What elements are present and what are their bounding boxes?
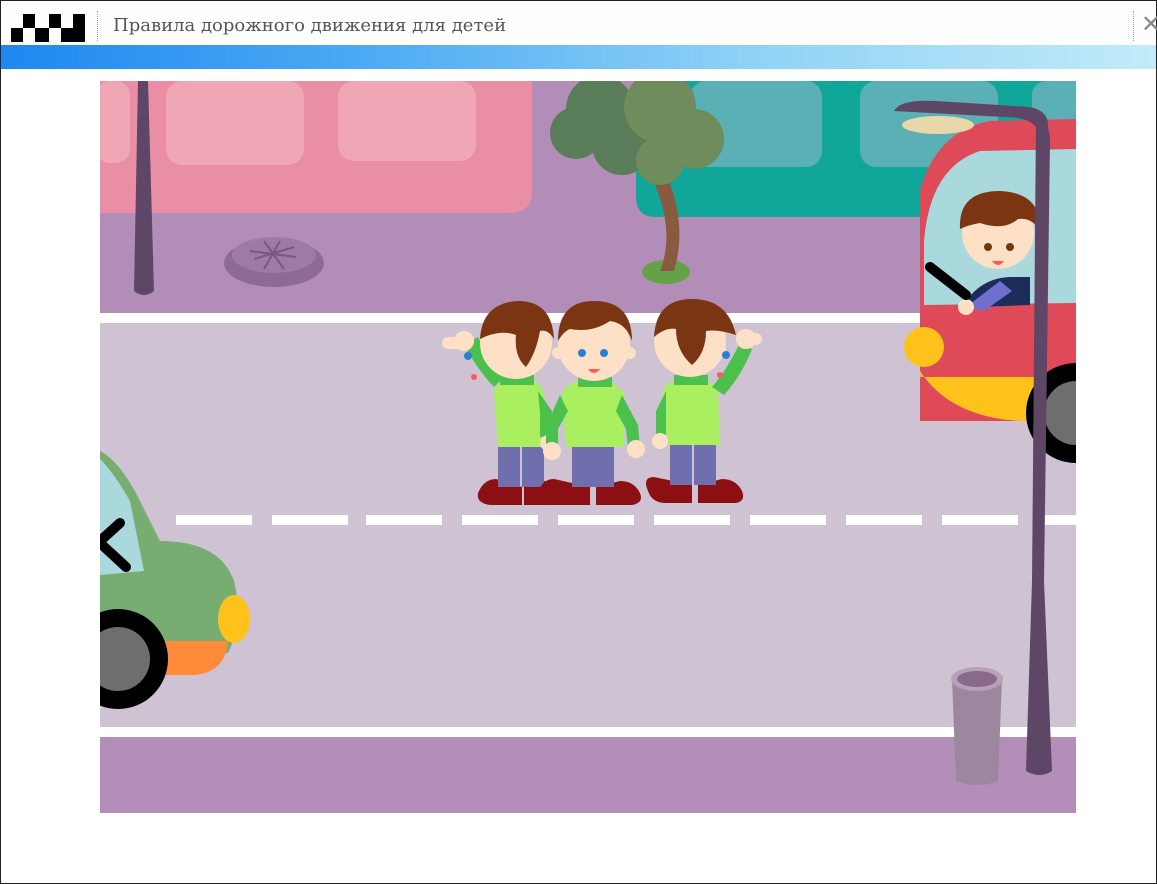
app-window: Правила дорожного движения для детей ✕: [0, 0, 1157, 884]
lower-sidewalk: [100, 737, 1076, 813]
curb-bottom: [100, 727, 1076, 737]
checkered-flag-icon: [11, 14, 85, 42]
street-crossing-scene: [100, 81, 1076, 813]
title-divider: [97, 11, 99, 41]
pink-building: [100, 81, 532, 213]
title-bar: Правила дорожного движения для детей ✕: [1, 1, 1157, 45]
close-divider: [1133, 11, 1135, 41]
close-icon[interactable]: ✕: [1141, 9, 1157, 39]
trash-bin: [951, 667, 1003, 785]
accent-bar: [1, 45, 1156, 69]
window-title: Правила дорожного движения для детей: [113, 15, 507, 36]
red-bus: [904, 119, 1076, 463]
